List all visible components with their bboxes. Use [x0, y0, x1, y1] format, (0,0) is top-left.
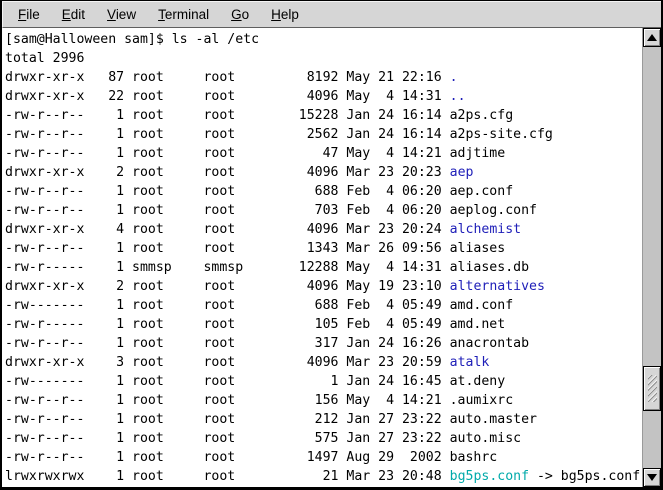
scroll-up-button[interactable]: [643, 28, 661, 47]
directory-name: alternatives: [450, 279, 545, 294]
vertical-scrollbar[interactable]: [642, 28, 661, 487]
directory-name: ..: [450, 89, 466, 104]
menu-go[interactable]: Go: [220, 4, 260, 26]
terminal-line: -rw-r--r-- 1 root root 212 Jan 27 23:22 …: [5, 410, 642, 429]
terminal-line: -rw-r----- 1 smmsp smmsp 12288 May 4 14:…: [5, 258, 642, 277]
scrollbar-thumb-grip: [648, 375, 657, 402]
terminal-line: -rw-r--r-- 1 root root 15228 Jan 24 16:1…: [5, 106, 642, 125]
scrollbar-trough[interactable]: [643, 47, 661, 468]
terminal-line: drwxr-xr-x 2 root root 4096 Mar 23 20:23…: [5, 163, 642, 182]
terminal-line: -rw------- 1 root root 688 Feb 4 05:49 a…: [5, 296, 642, 315]
terminal-output[interactable]: [sam@Halloween sam]$ ls -al /etctotal 29…: [2, 28, 642, 487]
terminal-line: -rw-r--r-- 1 root root 47 May 4 14:21 ad…: [5, 144, 642, 163]
terminal-line: -rw-r--r-- 1 root root 575 Jan 27 23:22 …: [5, 429, 642, 448]
terminal-line: [sam@Halloween sam]$ ls -al /etc: [5, 30, 642, 49]
terminal-line: -rw-r----- 1 root root 105 Feb 4 05:49 a…: [5, 315, 642, 334]
terminal-line: -rw-r--r-- 1 root root 156 May 4 14:21 .…: [5, 391, 642, 410]
menu-edit[interactable]: Edit: [51, 4, 96, 26]
terminal-line: -rw-r--r-- 1 root root 1343 Mar 26 09:56…: [5, 239, 642, 258]
terminal-line: drwxr-xr-x 3 root root 4096 Mar 23 20:59…: [5, 353, 642, 372]
terminal-content: [sam@Halloween sam]$ ls -al /etctotal 29…: [2, 28, 661, 487]
menu-view[interactable]: View: [96, 4, 147, 26]
scroll-down-icon: [647, 474, 657, 481]
symlink-name: bg5ps.conf: [450, 469, 529, 484]
directory-name: alchemist: [450, 222, 521, 237]
menubar: FileEditViewTerminalGoHelp: [2, 1, 661, 28]
terminal-line: -rw------- 1 root root 1 Jan 24 16:45 at…: [5, 372, 642, 391]
directory-name: aep: [450, 165, 474, 180]
terminal-line: -rw-r--r-- 1 root root 688 Feb 4 06:20 a…: [5, 182, 642, 201]
directory-name: .: [450, 70, 458, 85]
menu-terminal[interactable]: Terminal: [147, 4, 220, 26]
terminal-line: -rw-r--r-- 1 root root 2562 Jan 24 16:14…: [5, 125, 642, 144]
menu-help[interactable]: Help: [260, 4, 310, 26]
terminal-line: drwxr-xr-x 4 root root 4096 Mar 23 20:24…: [5, 220, 642, 239]
terminal-window: FileEditViewTerminalGoHelp [sam@Hallowee…: [0, 0, 663, 490]
scroll-down-button[interactable]: [643, 468, 661, 487]
terminal-line: drwxr-xr-x 2 root root 4096 May 19 23:10…: [5, 277, 642, 296]
terminal-line: -rw-r--r-- 1 root root 703 Feb 4 06:20 a…: [5, 201, 642, 220]
menu-file[interactable]: File: [7, 4, 51, 26]
terminal-line: total 2996: [5, 49, 642, 68]
scroll-up-icon: [647, 34, 657, 41]
terminal-line: -rw-r--r-- 1 root root 1497 Aug 29 2002 …: [5, 448, 642, 467]
terminal-line: drwxr-xr-x 22 root root 4096 May 4 14:31…: [5, 87, 642, 106]
directory-name: atalk: [450, 355, 490, 370]
terminal-line: drwxr-xr-x 87 root root 8192 May 21 22:1…: [5, 68, 642, 87]
terminal-line: -rw-r--r-- 1 root root 317 Jan 24 16:26 …: [5, 334, 642, 353]
terminal-line: lrwxrwxrwx 1 root root 21 Mar 23 20:48 b…: [5, 467, 642, 486]
scrollbar-thumb[interactable]: [643, 366, 661, 411]
